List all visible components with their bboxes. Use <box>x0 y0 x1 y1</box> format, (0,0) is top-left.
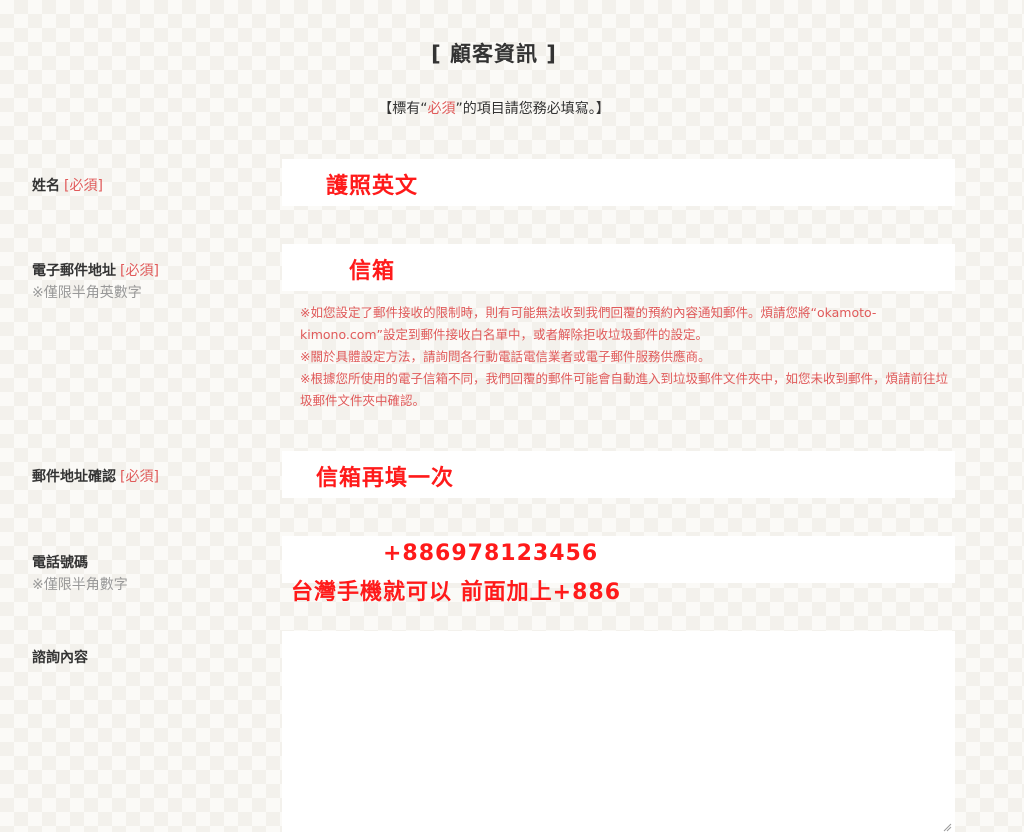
email-note-2: ※關於具體設定方法，請詢問各行動電話電信業者或電子郵件服務供應商。 <box>300 349 711 364</box>
email-annotation: 信箱 <box>349 259 396 284</box>
name-label-text: 姓名 <box>32 178 60 194</box>
inquiry-textarea-input[interactable] <box>282 631 959 832</box>
phone-sublabel: ※僅限半角數字 <box>32 577 128 593</box>
phone-annotation-hint: 台灣手機就可以 前面加上+886 <box>291 580 622 605</box>
required-note-suffix: ”的項目請您務必填寫。】 <box>455 101 610 117</box>
email-confirm-required-tag: [必須] <box>120 469 159 485</box>
inquiry-label-text: 諮詢內容 <box>32 650 88 666</box>
email-notes: ※如您設定了郵件接收的限制時，則有可能無法收到我們回覆的預約內容通知郵件。煩請您… <box>300 302 960 412</box>
required-note: 【標有“必須”的項目請您務必填寫。】 <box>0 98 988 118</box>
email-required-tag: [必須] <box>120 263 159 279</box>
name-annotation: 護照英文 <box>326 174 419 199</box>
name-label: 姓名 [必須] <box>32 175 103 195</box>
email-confirm-label-text: 郵件地址確認 <box>32 469 116 485</box>
email-confirm-annotation: 信箱再填一次 <box>316 466 455 491</box>
inquiry-label: 諮詢內容 <box>32 647 88 667</box>
required-note-keyword: 必須 <box>427 101 456 117</box>
email-confirm-label: 郵件地址確認 [必須] <box>32 466 159 486</box>
page-title: [ 顧客資訊 ] <box>431 42 557 66</box>
phone-label-text: 電話號碼 <box>32 555 88 571</box>
email-note-3: ※根據您所使用的電子信箱不同，我們回覆的郵件可能會自動進入到垃圾郵件文件夾中，如… <box>300 371 948 408</box>
email-label-text: 電子郵件地址 <box>32 263 116 279</box>
inquiry-textarea[interactable] <box>282 631 959 832</box>
required-note-prefix: 【標有“ <box>378 101 428 117</box>
name-required-tag: [必須] <box>64 178 103 194</box>
email-note-1: ※如您設定了郵件接收的限制時，則有可能無法收到我們回覆的預約內容通知郵件。煩請您… <box>300 305 877 342</box>
resize-handle-icon[interactable] <box>942 822 952 832</box>
phone-annotation-number: +886978123456 <box>383 541 599 566</box>
email-label: 電子郵件地址 [必須] <box>32 260 159 280</box>
email-sublabel: ※僅限半角英數字 <box>32 285 142 301</box>
phone-label: 電話號碼 <box>32 552 88 572</box>
